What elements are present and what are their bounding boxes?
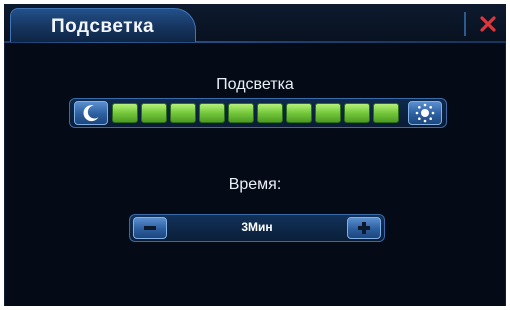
time-stepper: 3Мин — [129, 214, 385, 242]
close-button[interactable] — [474, 10, 502, 38]
time-increase-button[interactable] — [347, 217, 381, 239]
time-decrease-button[interactable] — [133, 217, 167, 239]
minus-icon — [144, 226, 156, 230]
brightness-segment[interactable] — [286, 103, 312, 123]
backlight-dialog: Подсветка Подсветка Время: 3Мин — [4, 4, 506, 306]
title-tab: Подсветка — [10, 8, 196, 42]
brightness-increase-button[interactable] — [408, 101, 442, 125]
brightness-segment[interactable] — [373, 103, 399, 123]
brightness-label: Подсветка — [216, 76, 294, 93]
close-separator — [464, 12, 466, 36]
brightness-slider[interactable] — [69, 98, 447, 128]
sun-icon — [415, 103, 435, 123]
brightness-segment[interactable] — [199, 103, 225, 123]
brightness-segment[interactable] — [257, 103, 283, 123]
brightness-decrease-button[interactable] — [74, 101, 108, 125]
time-value: 3Мин — [241, 220, 273, 234]
window-title: Подсветка — [51, 16, 155, 37]
brightness-segment[interactable] — [141, 103, 167, 123]
plus-icon — [358, 222, 370, 234]
brightness-segment[interactable] — [112, 103, 138, 123]
moon-icon — [83, 105, 99, 122]
brightness-level-segments[interactable] — [112, 103, 399, 123]
brightness-segment[interactable] — [228, 103, 254, 123]
time-label: Время: — [228, 176, 282, 193]
close-icon — [480, 16, 496, 32]
brightness-segment[interactable] — [315, 103, 341, 123]
brightness-segment[interactable] — [344, 103, 370, 123]
brightness-segment[interactable] — [170, 103, 196, 123]
